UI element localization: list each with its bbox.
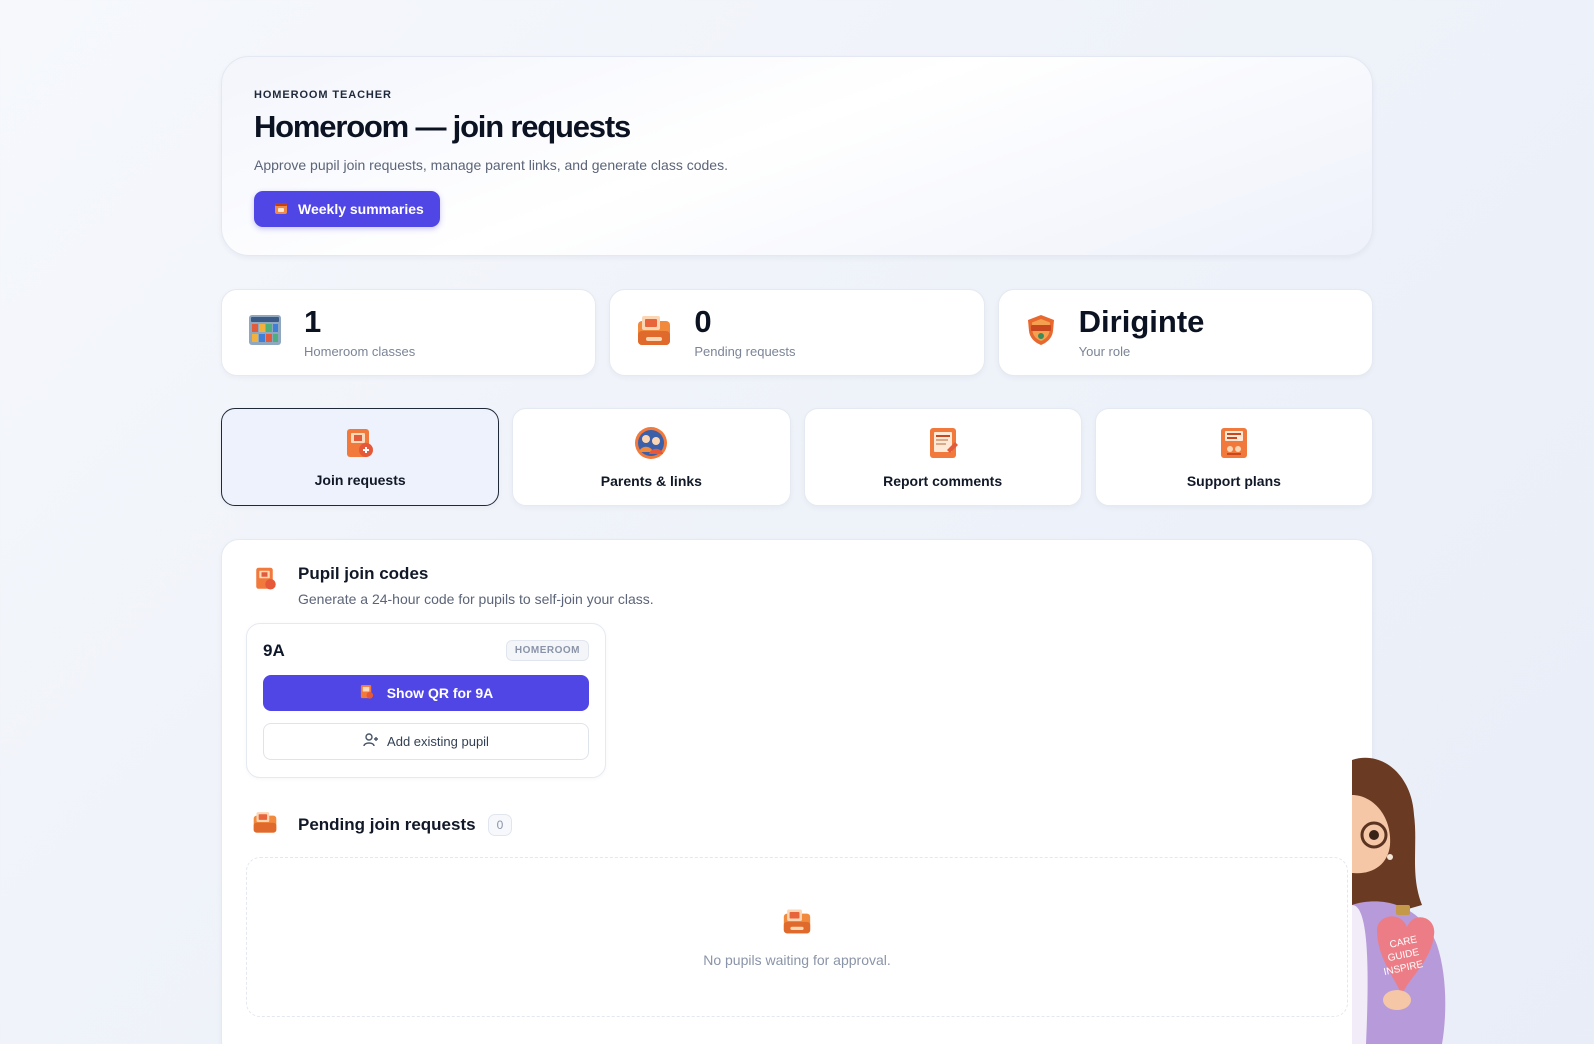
show-qr-label: Show QR for 9A — [386, 685, 494, 701]
role-eyebrow: HOMEROOM TEACHER — [254, 89, 392, 101]
stat-pending-requests: 0 Pending requests — [609, 289, 985, 376]
shield-badge-icon — [1025, 313, 1057, 352]
bookshelf-icon — [248, 313, 282, 352]
tab-label: Report comments — [883, 472, 1003, 489]
stat-label: Pending requests — [694, 344, 796, 359]
pending-requests-title: Pending join requests — [298, 814, 476, 834]
inbox-tray-icon — [636, 313, 672, 352]
support-plan-icon — [1218, 426, 1250, 463]
weekly-summaries-button[interactable]: Weekly summaries — [254, 191, 440, 227]
pending-count-badge: 0 — [487, 813, 513, 836]
stats-row: 1 Homeroom classes 0 Pending requests Di… — [221, 289, 1373, 376]
join-codes-title: Pupil join codes — [298, 564, 429, 583]
inbox-tray-icon — [252, 810, 278, 839]
tab-parents-links[interactable]: Parents & links — [512, 408, 791, 506]
empty-state-text: No pupils waiting for approval. — [703, 951, 891, 968]
pending-requests-header: Pending join requests 0 — [246, 810, 1348, 839]
tab-report-comments[interactable]: Report comments — [803, 408, 1082, 506]
class-code-card: 9A HOMEROOM Show QR for 9A Add existing … — [246, 623, 606, 778]
weekly-summaries-label: Weekly summaries — [298, 201, 424, 217]
add-existing-pupil-button[interactable]: Add existing pupil — [263, 723, 589, 760]
join-codes-subtitle: Generate a 24-hour code for pupils to se… — [298, 591, 654, 607]
stat-label: Your role — [1078, 344, 1131, 359]
join-codes-header: Pupil join codes Generate a 24-hour code… — [246, 564, 1348, 607]
tab-bar: Join requests Parents & links Report com… — [221, 408, 1373, 506]
report-note-icon — [927, 426, 959, 463]
tab-support-plans[interactable]: Support plans — [1094, 408, 1373, 506]
show-qr-button[interactable]: Show QR for 9A — [263, 675, 589, 711]
add-existing-pupil-label: Add existing pupil — [387, 734, 489, 749]
stat-value: 0 — [694, 304, 712, 339]
page-container: HOMEROOM TEACHER Homeroom — join request… — [221, 56, 1373, 1044]
tab-label: Join requests — [314, 471, 406, 488]
hero-card: HOMEROOM TEACHER Homeroom — join request… — [221, 56, 1373, 256]
door-join-icon — [344, 427, 376, 462]
tab-label: Support plans — [1186, 472, 1281, 489]
door-join-icon — [359, 684, 375, 703]
user-plus-icon — [363, 732, 379, 751]
page-subtitle: Approve pupil join requests, manage pare… — [254, 157, 728, 173]
stat-label: Homeroom classes — [304, 344, 416, 359]
stat-homeroom-classes: 1 Homeroom classes — [221, 289, 597, 376]
people-link-icon — [634, 426, 668, 463]
calendar-icon — [274, 201, 288, 218]
teacher-mascot-illustration: CARE GUIDE INSPIRE — [1352, 755, 1472, 1044]
empty-state: No pupils waiting for approval. — [246, 857, 1348, 1017]
page-title: Homeroom — join requests — [254, 109, 631, 144]
tab-label: Parents & links — [600, 472, 702, 489]
stat-your-role: Diriginte Your role — [997, 289, 1373, 376]
class-name: 9A — [263, 640, 285, 660]
inbox-tray-icon — [782, 907, 812, 940]
tab-join-requests[interactable]: Join requests — [221, 408, 500, 506]
door-join-icon — [254, 566, 278, 597]
join-requests-panel: Pupil join codes Generate a 24-hour code… — [221, 539, 1373, 1044]
stat-value: 1 — [304, 304, 322, 339]
homeroom-badge: HOMEROOM — [505, 640, 589, 661]
stat-value: Diriginte — [1078, 304, 1205, 339]
